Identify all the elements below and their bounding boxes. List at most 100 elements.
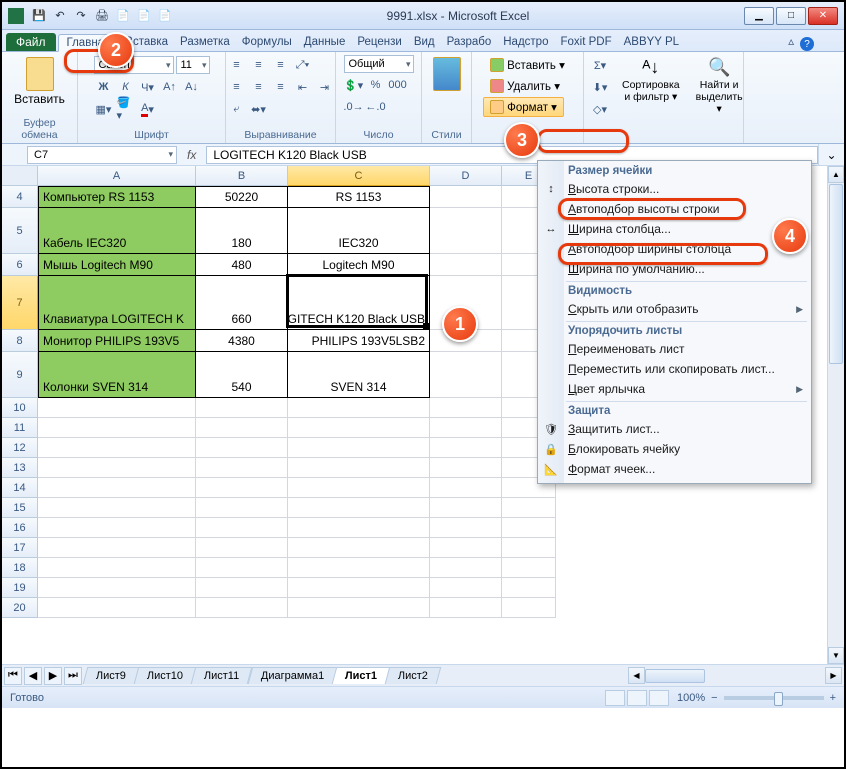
align-mid[interactable]: ≡ [249, 55, 269, 75]
qat-btn-4[interactable]: 📄 [114, 7, 132, 25]
cell-D14[interactable] [430, 478, 502, 498]
cell-E16[interactable] [502, 518, 556, 538]
row-header-20[interactable]: 20 [2, 598, 38, 618]
sheetnav-1[interactable]: ◀ [24, 667, 42, 685]
cell-C5[interactable]: IEC320 [288, 208, 430, 254]
cell-C15[interactable] [288, 498, 430, 518]
view-break[interactable] [649, 690, 669, 706]
name-box[interactable]: C7 [27, 146, 177, 164]
cell-D16[interactable] [430, 518, 502, 538]
close-button[interactable]: ✕ [808, 7, 838, 25]
cell-D19[interactable] [430, 578, 502, 598]
qat-btn-1[interactable]: ↶ [51, 7, 69, 25]
cell-B17[interactable] [196, 538, 288, 558]
tab-Данные[interactable]: Данные [298, 33, 352, 51]
tab-Вид[interactable]: Вид [408, 33, 441, 51]
vertical-scrollbar[interactable]: ▲ ▼ [827, 166, 844, 664]
grow-font[interactable]: A↑ [160, 77, 180, 97]
styles-button[interactable] [429, 55, 465, 93]
cell-C19[interactable] [288, 578, 430, 598]
cell-C18[interactable] [288, 558, 430, 578]
scroll-right[interactable]: ▶ [825, 667, 842, 684]
dd-item[interactable]: ↔Ширина столбца... [538, 219, 811, 239]
cell-A9[interactable]: Колонки SVEN 314 [38, 352, 196, 398]
cell-D5[interactable] [430, 208, 502, 254]
cell-C10[interactable] [288, 398, 430, 418]
cell-C11[interactable] [288, 418, 430, 438]
cell-E15[interactable] [502, 498, 556, 518]
dd-item[interactable]: 🔒Блокировать ячейку [538, 439, 811, 459]
scroll-up[interactable]: ▲ [828, 166, 844, 183]
row-header-14[interactable]: 14 [2, 478, 38, 498]
tab-Разметка[interactable]: Разметка [174, 33, 236, 51]
indent-dec[interactable]: ⇤ [293, 77, 313, 97]
dd-item[interactable]: ↕Высота строки... [538, 179, 811, 199]
row-header-6[interactable]: 6 [2, 254, 38, 276]
cell-A16[interactable] [38, 518, 196, 538]
row-header-5[interactable]: 5 [2, 208, 38, 254]
cell-A8[interactable]: Монитор PHILIPS 193V5 [38, 330, 196, 352]
wrap-text[interactable]: ⤶ [227, 99, 247, 119]
row-header-16[interactable]: 16 [2, 518, 38, 538]
clear[interactable]: ◇▾ [590, 99, 610, 119]
cell-A18[interactable] [38, 558, 196, 578]
sheetnav-0[interactable]: ⏮ [4, 667, 22, 685]
autosum[interactable]: Σ▾ [590, 55, 610, 75]
tab-Рецензи[interactable]: Рецензи [351, 33, 407, 51]
insert-cells-button[interactable]: Вставить ▾ [483, 55, 572, 75]
row-header-11[interactable]: 11 [2, 418, 38, 438]
font-color[interactable]: A▾ [138, 99, 158, 119]
qat-btn-3[interactable]: 🖨 [93, 7, 111, 25]
sheetnav-3[interactable]: ⏭ [64, 667, 82, 685]
qat-btn-5[interactable]: 📄 [135, 7, 153, 25]
cell-A19[interactable] [38, 578, 196, 598]
cell-D13[interactable] [430, 458, 502, 478]
select-all-corner[interactable] [2, 166, 38, 186]
scroll-left[interactable]: ◀ [628, 667, 645, 684]
cell-B20[interactable] [196, 598, 288, 618]
minimize-button[interactable]: ▁ [744, 7, 774, 25]
fill-color[interactable]: 🪣▾ [116, 99, 136, 119]
cell-C9[interactable]: SVEN 314 [288, 352, 430, 398]
cell-D12[interactable] [430, 438, 502, 458]
row-header-7[interactable]: 7 [2, 276, 38, 330]
dd-item[interactable]: Скрыть или отобразить▶ [538, 299, 811, 319]
delete-cells-button[interactable]: Удалить ▾ [483, 76, 567, 96]
tab-Формулы[interactable]: Формулы [236, 33, 298, 51]
dd-item[interactable]: Цвет ярлычка▶ [538, 379, 811, 399]
cell-B12[interactable] [196, 438, 288, 458]
orientation[interactable]: ⤢▾ [293, 55, 313, 75]
scroll-down[interactable]: ▼ [828, 647, 844, 664]
help-icon[interactable]: ? [800, 37, 814, 51]
col-header-D[interactable]: D [430, 166, 502, 186]
view-normal[interactable] [605, 690, 625, 706]
sheet-tab-Лист10[interactable]: Лист10 [134, 667, 197, 684]
cell-E17[interactable] [502, 538, 556, 558]
percent[interactable]: % [366, 75, 386, 95]
cell-D10[interactable] [430, 398, 502, 418]
cell-B14[interactable] [196, 478, 288, 498]
cell-B8[interactable]: 4380 [196, 330, 288, 352]
cell-A5[interactable]: Кабель IEC320 [38, 208, 196, 254]
tab-Foxit PDF[interactable]: Foxit PDF [554, 33, 617, 51]
dd-item[interactable]: 🛡Защитить лист... [538, 419, 811, 439]
maximize-button[interactable]: □ [776, 7, 806, 25]
cell-E18[interactable] [502, 558, 556, 578]
cell-A4[interactable]: Компьютер RS 1153 [38, 186, 196, 208]
dd-item[interactable]: 📐Формат ячеек... [538, 459, 811, 479]
cell-C4[interactable]: RS 1153 [288, 186, 430, 208]
bold-button[interactable]: Ж [94, 77, 114, 97]
scroll-thumb-v[interactable] [829, 184, 843, 364]
ribbon-minimize-dd[interactable]: ▵ [782, 31, 800, 51]
cell-B15[interactable] [196, 498, 288, 518]
cell-B9[interactable]: 540 [196, 352, 288, 398]
row-header-15[interactable]: 15 [2, 498, 38, 518]
cell-E20[interactable] [502, 598, 556, 618]
cell-C13[interactable] [288, 458, 430, 478]
cell-A20[interactable] [38, 598, 196, 618]
cell-A11[interactable] [38, 418, 196, 438]
tab-Разрабо[interactable]: Разрабо [441, 33, 498, 51]
fill[interactable]: ⬇▾ [590, 77, 610, 97]
scroll-thumb-h[interactable] [645, 669, 705, 683]
qat-btn-2[interactable]: ↷ [72, 7, 90, 25]
